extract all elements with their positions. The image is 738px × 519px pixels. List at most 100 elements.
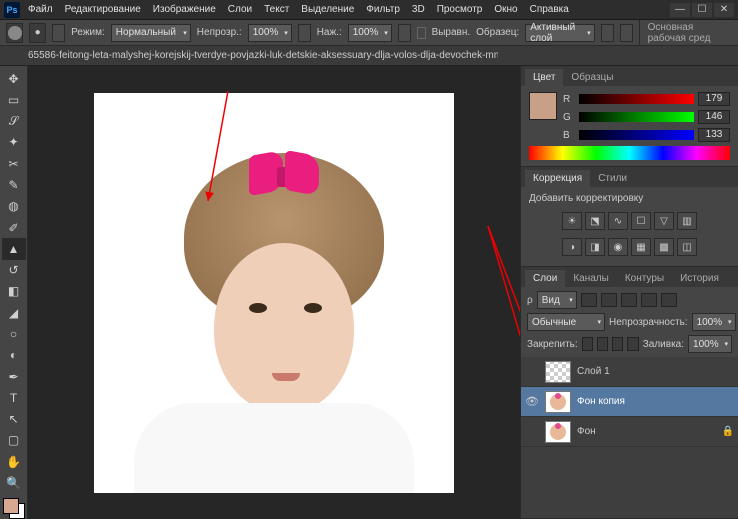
layer-name[interactable]: Фон копия	[577, 396, 625, 407]
filter-shape-icon[interactable]	[641, 293, 657, 307]
tab-paths[interactable]: Контуры	[617, 270, 672, 287]
pressure-size-icon[interactable]	[620, 24, 633, 42]
layer-thumbnail[interactable]	[545, 391, 571, 413]
tab-color[interactable]: Цвет	[525, 69, 563, 86]
zoom-tool[interactable]: 🔍	[2, 472, 26, 493]
lock-position-icon[interactable]	[612, 337, 623, 351]
layer-thumbnail[interactable]	[545, 421, 571, 443]
blend-mode-dropdown[interactable]: Нормальный	[111, 24, 191, 42]
hand-tool[interactable]: ✋	[2, 451, 26, 472]
lock-all-icon[interactable]	[627, 337, 638, 351]
foreground-color[interactable]	[3, 498, 19, 514]
marquee-tool[interactable]: ▭	[2, 89, 26, 110]
history-brush-tool[interactable]: ↺	[2, 260, 26, 281]
shape-tool[interactable]: ▢	[2, 430, 26, 451]
document-tab[interactable]: 65586-feitong-leta-malyshej-korejskij-tv…	[28, 50, 498, 61]
document-canvas[interactable]	[94, 93, 454, 493]
ignore-adjust-icon[interactable]	[601, 24, 614, 42]
exposure-icon[interactable]: ☐	[631, 212, 651, 230]
menu-3d[interactable]: 3D	[412, 4, 425, 15]
minimize-button[interactable]: —	[670, 3, 690, 17]
menu-edit[interactable]: Редактирование	[65, 4, 141, 15]
filter-smart-icon[interactable]	[661, 293, 677, 307]
color-spectrum[interactable]	[529, 146, 730, 160]
levels-icon[interactable]: ⬔	[585, 212, 605, 230]
flow-dropdown[interactable]: 100%	[348, 24, 392, 42]
menu-layer[interactable]: Слои	[228, 4, 252, 15]
eyedropper-tool[interactable]: ✎	[2, 174, 26, 195]
menu-help[interactable]: Справка	[530, 4, 569, 15]
color-lookup-icon[interactable]: ▩	[654, 238, 674, 256]
invert-icon[interactable]: ◫	[677, 238, 697, 256]
tab-layers[interactable]: Слои	[525, 270, 565, 287]
tab-history[interactable]: История	[672, 270, 727, 287]
layer-item[interactable]: Слой 1	[521, 357, 738, 387]
magic-wand-tool[interactable]: ✦	[2, 132, 26, 153]
tab-adjustments[interactable]: Коррекция	[525, 170, 590, 187]
airbrush-icon[interactable]	[398, 24, 411, 42]
sample-dropdown[interactable]: Активный слой	[525, 24, 594, 42]
curves-icon[interactable]: ∿	[608, 212, 628, 230]
maximize-button[interactable]: ☐	[692, 3, 712, 17]
tab-styles[interactable]: Стили	[590, 170, 635, 187]
menu-select[interactable]: Выделение	[301, 4, 354, 15]
pressure-opacity-icon[interactable]	[298, 24, 311, 42]
channel-mixer-icon[interactable]: ▦	[631, 238, 651, 256]
eraser-tool[interactable]: ◧	[2, 281, 26, 302]
b-slider[interactable]	[579, 130, 694, 140]
tab-swatches[interactable]: Образцы	[563, 69, 621, 86]
hue-sat-icon[interactable]: ▥	[677, 212, 697, 230]
brightness-contrast-icon[interactable]: ☀	[562, 212, 582, 230]
layer-item[interactable]: 👁 Фон копия	[521, 387, 738, 417]
fill-dropdown[interactable]: 100%	[688, 335, 732, 353]
close-button[interactable]: ✕	[714, 3, 734, 17]
g-value[interactable]: 146	[698, 110, 730, 124]
healing-brush-tool[interactable]: ◍	[2, 196, 26, 217]
visibility-toggle[interactable]: 👁	[525, 395, 539, 408]
filter-adjust-icon[interactable]	[601, 293, 617, 307]
menu-view[interactable]: Просмотр	[437, 4, 483, 15]
lock-transparency-icon[interactable]	[582, 337, 593, 351]
b-value[interactable]: 133	[698, 128, 730, 142]
brush-preset-picker[interactable]: ●	[29, 23, 46, 43]
layer-blend-mode-dropdown[interactable]: Обычные	[527, 313, 605, 331]
menu-image[interactable]: Изображение	[153, 4, 216, 15]
move-tool[interactable]: ✥	[2, 68, 26, 89]
color-preview[interactable]	[529, 92, 557, 120]
layer-item[interactable]: Фон 🔒	[521, 417, 738, 447]
aligned-checkbox[interactable]	[417, 27, 426, 39]
g-slider[interactable]	[579, 112, 694, 122]
gradient-tool[interactable]: ◢	[2, 302, 26, 323]
opacity-dropdown[interactable]: 100%	[248, 24, 292, 42]
layer-thumbnail[interactable]	[545, 361, 571, 383]
lock-pixels-icon[interactable]	[597, 337, 608, 351]
layer-opacity-dropdown[interactable]: 100%	[692, 313, 736, 331]
lasso-tool[interactable]: 𝒮	[2, 111, 26, 132]
r-value[interactable]: 179	[698, 92, 730, 106]
pen-tool[interactable]: ✒	[2, 366, 26, 387]
canvas-area[interactable]	[28, 66, 520, 519]
type-tool[interactable]: T	[2, 387, 26, 408]
menu-file[interactable]: Файл	[28, 4, 53, 15]
brush-panel-toggle[interactable]	[52, 24, 65, 42]
color-balance-icon[interactable]: ◑	[562, 238, 582, 256]
tab-channels[interactable]: Каналы	[565, 270, 617, 287]
brush-tool[interactable]: ✐	[2, 217, 26, 238]
layer-name[interactable]: Фон	[577, 426, 596, 437]
crop-tool[interactable]: ✂	[2, 153, 26, 174]
menu-window[interactable]: Окно	[494, 4, 517, 15]
vibrance-icon[interactable]: ▽	[654, 212, 674, 230]
color-swatch[interactable]	[3, 498, 25, 519]
clone-stamp-tool[interactable]: ▲	[2, 238, 26, 259]
path-selection-tool[interactable]: ↖	[2, 409, 26, 430]
menu-text[interactable]: Текст	[264, 4, 289, 15]
layer-name[interactable]: Слой 1	[577, 366, 610, 377]
workspace-switcher[interactable]: Основная рабочая сред	[639, 20, 732, 45]
tool-preset-picker[interactable]	[6, 23, 23, 43]
menu-filter[interactable]: Фильтр	[366, 4, 400, 15]
dodge-tool[interactable]: ◐	[2, 345, 26, 366]
photo-filter-icon[interactable]: ◉	[608, 238, 628, 256]
bw-icon[interactable]: ◨	[585, 238, 605, 256]
r-slider[interactable]	[579, 94, 694, 104]
layer-filter-dropdown[interactable]: Вид	[537, 291, 577, 309]
